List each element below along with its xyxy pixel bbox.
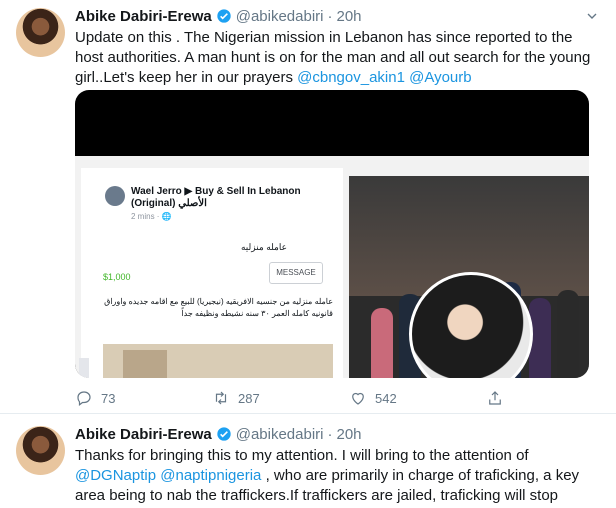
person-figure <box>371 308 393 378</box>
author-name[interactable]: Abike Dabiri-Erewa <box>75 8 212 25</box>
separator: · <box>327 425 333 443</box>
tweet-body: Thanks for bringing this to my attention… <box>75 447 529 464</box>
avatar[interactable] <box>16 8 65 57</box>
person-figure <box>557 290 579 378</box>
fb-message-button: MESSAGE <box>269 262 323 284</box>
fb-post-meta: 2 mins · 🌐 <box>131 212 172 221</box>
chevron-down-icon[interactable] <box>584 8 600 24</box>
mention-link[interactable]: @DGNaptip <box>75 467 156 484</box>
timestamp[interactable]: 20h <box>337 426 362 443</box>
mention-link[interactable]: @naptipnigeria <box>160 467 261 484</box>
share-icon <box>489 391 501 405</box>
fb-avatar <box>105 186 125 206</box>
verified-badge-icon <box>217 9 231 23</box>
fb-post-title: Wael Jerro ▶ Buy & Sell In Lebanon (Orig… <box>131 186 301 209</box>
separator: · <box>327 7 333 25</box>
mention-link[interactable]: @cbngov_akin1 <box>297 69 405 86</box>
tweet-text: Thanks for bringing this to my attention… <box>75 446 595 506</box>
mention-link[interactable]: @Ayourb <box>409 69 471 86</box>
timestamp[interactable]: 20h <box>337 8 362 25</box>
passport-image <box>103 344 333 378</box>
tweet-header: Abike Dabiri-Erewa @abikedabiri · 20h <box>75 424 362 444</box>
author-handle[interactable]: @abikedabiri <box>236 8 324 25</box>
share-button[interactable] <box>486 388 512 408</box>
tweet-2[interactable]: Abike Dabiri-Erewa @abikedabiri · 20h Th… <box>0 414 616 508</box>
fb-description: عامله منزليه من جنسيه الافريقيه (نيجيريا… <box>104 297 333 318</box>
reply-count: 73 <box>101 390 116 406</box>
tweet-1[interactable]: Abike Dabiri-Erewa @abikedabiri · 20h Up… <box>0 0 616 414</box>
author-handle[interactable]: @abikedabiri <box>236 426 324 443</box>
group-photo <box>349 176 589 378</box>
tweet-actions: 73 287 542 <box>75 388 515 408</box>
tweet-header: Abike Dabiri-Erewa @abikedabiri · 20h <box>75 6 362 26</box>
retweet-button[interactable]: 287 <box>212 388 349 408</box>
avatar[interactable] <box>16 426 65 475</box>
retweet-count: 287 <box>238 390 260 406</box>
tweet-media[interactable]: Wael Jerro ▶ Buy & Sell In Lebanon (Orig… <box>75 90 589 378</box>
fb-item-title: عامله منزليه <box>240 242 287 252</box>
like-button[interactable]: 542 <box>349 388 486 408</box>
arrow-left-icon <box>79 358 89 378</box>
reply-button[interactable]: 73 <box>75 388 212 408</box>
like-count: 542 <box>375 390 397 406</box>
facebook-post-card: Wael Jerro ▶ Buy & Sell In Lebanon (Orig… <box>79 168 343 378</box>
retweet-icon <box>215 391 227 405</box>
tweet-text: Update on this . The Nigerian mission in… <box>75 28 595 88</box>
heart-icon <box>352 392 364 405</box>
verified-badge-icon <box>217 427 231 441</box>
author-name[interactable]: Abike Dabiri-Erewa <box>75 426 212 443</box>
reply-icon <box>77 391 91 406</box>
fb-price: $1,000 <box>103 272 131 282</box>
screenshot-image: Wael Jerro ▶ Buy & Sell In Lebanon (Orig… <box>75 156 589 378</box>
